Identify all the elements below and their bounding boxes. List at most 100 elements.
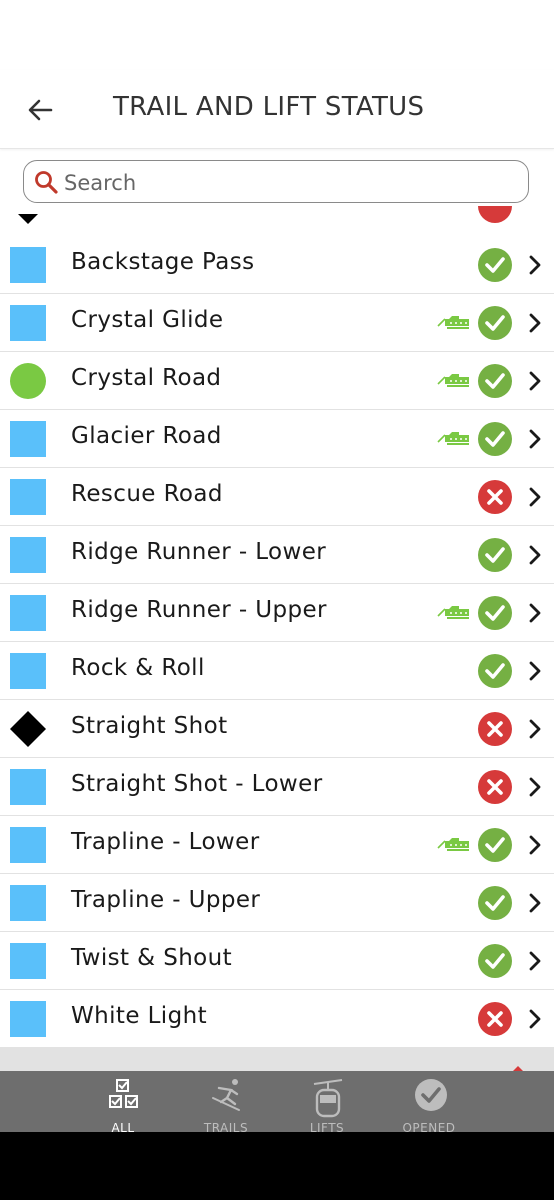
trail-name: White Light (71, 1003, 207, 1029)
chevron-right-icon (529, 487, 541, 507)
trail-name: Twist & Shout (71, 945, 233, 971)
group-header (0, 1048, 554, 1072)
chevron-right-icon (529, 951, 541, 971)
trail-row[interactable]: Straight Shot - Lower (0, 758, 554, 816)
tab-label: LIFTS (309, 1121, 345, 1132)
trail-row[interactable]: Trapline - Lower (0, 816, 554, 874)
tab-trails[interactable]: TRAILS (181, 1071, 271, 1132)
blue-square-icon (10, 479, 46, 515)
tab-all[interactable]: ALL (78, 1071, 168, 1132)
blue-square-icon (10, 421, 46, 457)
tab-lifts[interactable]: LIFTS (282, 1071, 372, 1132)
chevron-right-icon (529, 371, 541, 391)
closed-status-icon (478, 712, 512, 746)
app-header: TRAIL AND LIFT STATUS (0, 70, 554, 149)
trail-name: Trapline - Upper (71, 887, 261, 913)
back-button[interactable] (22, 92, 58, 128)
groomer-icon (437, 316, 469, 329)
checklist-icon (109, 1079, 138, 1108)
open-status-icon (478, 364, 512, 398)
blue-square-icon (10, 247, 46, 283)
blue-square-icon (10, 885, 46, 921)
chevron-right-icon (529, 255, 541, 275)
tab-opened[interactable]: OPENED (384, 1071, 474, 1132)
chevron-right-icon (529, 545, 541, 565)
trail-name: Trapline - Lower (71, 829, 260, 855)
open-status-icon (478, 828, 512, 862)
groomer-icon (437, 838, 469, 851)
black-diamond-icon (18, 214, 38, 224)
trail-name: Ridge Runner - Lower (71, 539, 327, 565)
status-bar (0, 0, 554, 70)
closed-status-icon (478, 770, 512, 804)
system-nav-bar (0, 1132, 554, 1200)
trail-row[interactable]: Ridge Runner - Lower (0, 526, 554, 584)
trail-name: Backstage Pass (71, 249, 255, 275)
open-status-icon (478, 306, 512, 340)
trail-row[interactable]: Ridge Runner - Upper (0, 584, 554, 642)
trail-row[interactable]: White Light (0, 990, 554, 1048)
trail-row[interactable]: Crystal Road (0, 352, 554, 410)
black-diamond-icon (10, 711, 46, 747)
trail-row[interactable]: Trapline - Upper (0, 874, 554, 932)
search-bar[interactable] (23, 160, 529, 203)
chevron-right-icon (529, 313, 541, 333)
chevron-right-icon (529, 1009, 541, 1029)
chevron-right-icon (529, 893, 541, 913)
chevron-right-icon (529, 835, 541, 855)
open-status-icon (478, 422, 512, 456)
trail-name: Straight Shot - Lower (71, 771, 323, 797)
trail-row[interactable]: Backstage Pass (0, 236, 554, 294)
open-status-icon (478, 596, 512, 630)
open-status-icon (478, 248, 512, 282)
trail-row[interactable]: Rock & Roll (0, 642, 554, 700)
trail-row[interactable]: Glacier Road (0, 410, 554, 468)
blue-square-icon (10, 653, 46, 689)
trail-row[interactable]: Twist & Shout (0, 932, 554, 990)
trail-list[interactable]: Backstage Pass Crystal Glide Crystal Road… (0, 206, 554, 1048)
open-status-icon (478, 886, 512, 920)
check-circle-icon (415, 1079, 447, 1111)
search-icon (35, 171, 58, 194)
tab-label: OPENED (402, 1121, 456, 1132)
blue-square-icon (10, 537, 46, 573)
green-circle-icon (10, 363, 46, 399)
trail-name: Rock & Roll (71, 655, 205, 681)
open-status-icon (478, 654, 512, 688)
back-arrow-icon (28, 99, 53, 121)
chevron-right-icon (529, 661, 541, 681)
tab-label: TRAILS (203, 1121, 249, 1132)
tab-label: ALL (111, 1121, 135, 1132)
trail-row[interactable]: Crystal Glide (0, 294, 554, 352)
blue-square-icon (10, 305, 46, 341)
trail-name: Ridge Runner - Upper (71, 597, 327, 623)
open-status-icon (478, 538, 512, 572)
closed-status-icon (478, 206, 512, 223)
blue-square-icon (10, 595, 46, 631)
gondola-icon (313, 1079, 343, 1118)
open-status-icon (478, 944, 512, 978)
blue-square-icon (10, 943, 46, 979)
chevron-right-icon (529, 719, 541, 739)
blue-square-icon (10, 827, 46, 863)
chevron-right-icon (529, 777, 541, 797)
search-input[interactable] (62, 165, 506, 200)
partial-list-item (0, 206, 554, 237)
groomer-icon (437, 432, 469, 445)
trail-name: Rescue Road (71, 481, 223, 507)
trail-name: Crystal Road (71, 365, 222, 391)
trail-row[interactable]: Rescue Road (0, 468, 554, 526)
closed-status-icon (478, 1002, 512, 1036)
trail-name: Crystal Glide (71, 307, 224, 333)
groomer-icon (437, 606, 469, 619)
trail-name: Glacier Road (71, 423, 222, 449)
groomer-icon (437, 374, 469, 387)
chevron-right-icon (529, 603, 541, 623)
blue-square-icon (10, 1001, 46, 1037)
trail-name: Straight Shot (71, 713, 228, 739)
blue-square-icon (10, 769, 46, 805)
chevron-right-icon (529, 429, 541, 449)
trail-row[interactable]: Straight Shot (0, 700, 554, 758)
bottom-tab-bar: ALL TRAILS LIFTS OPENED (0, 1071, 554, 1132)
closed-status-icon (478, 480, 512, 514)
